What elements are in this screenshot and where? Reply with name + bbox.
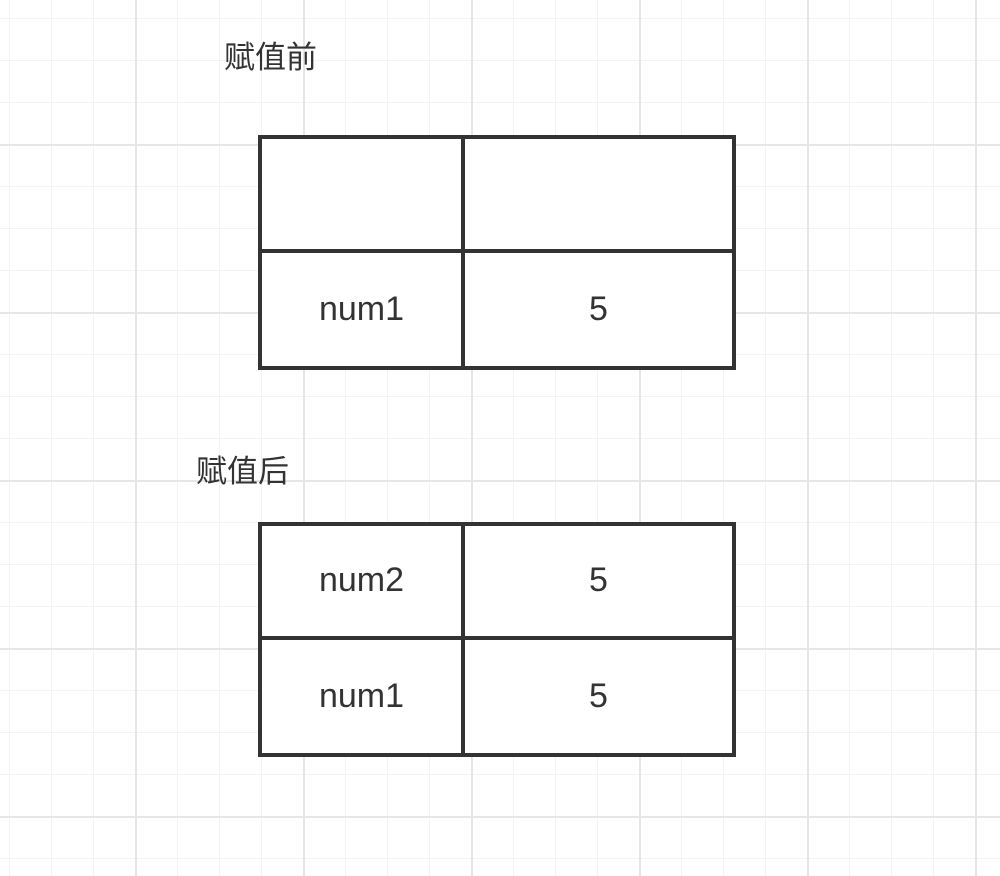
variable-name-cell: num1: [262, 252, 465, 366]
variable-value-cell: 5: [589, 676, 608, 715]
variable-value-cell: 5: [589, 289, 608, 328]
variable-name-cell: [262, 139, 465, 253]
heading-after-assignment: 赋值后: [196, 454, 289, 490]
stack-table-after: num2 5 num1 5: [258, 522, 736, 757]
variable-name-cell: num1: [262, 639, 465, 753]
variable-value-cell: [465, 139, 732, 253]
heading-before-assignment: 赋值前: [224, 40, 317, 76]
variable-value-cell: 5: [465, 526, 732, 640]
stack-table-before: num1 5: [258, 135, 736, 370]
variable-name-cell: num2: [262, 526, 465, 640]
